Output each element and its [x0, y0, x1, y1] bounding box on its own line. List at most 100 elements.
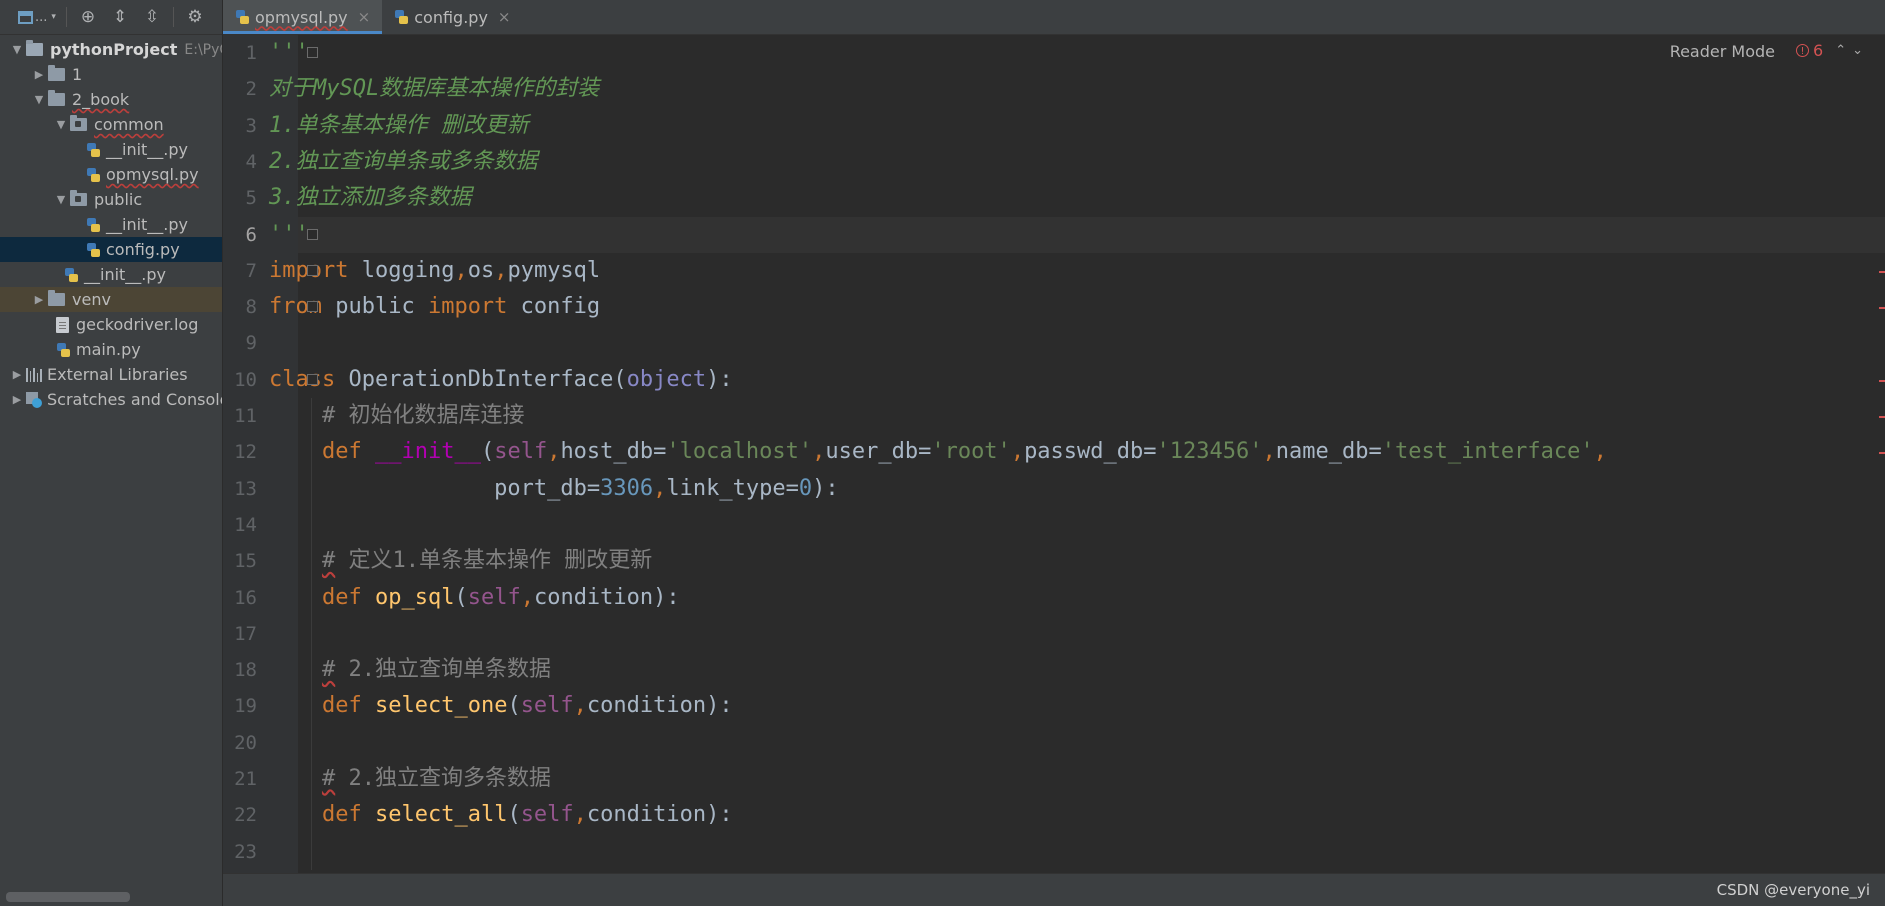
line-number: 18	[234, 659, 257, 682]
code-line[interactable]: # 2.独立查询单条数据	[269, 652, 551, 688]
python-file-icon	[56, 342, 70, 358]
tree-item-label: 2_book	[72, 90, 130, 109]
python-file-icon	[86, 167, 100, 183]
code-line[interactable]: class OperationDbInterface(object):	[269, 362, 733, 398]
line-number: 17	[234, 622, 257, 645]
log-file-icon	[56, 316, 69, 333]
code-line[interactable]: # 初始化数据库连接	[269, 398, 525, 434]
tree-item-label: __init__.py	[106, 215, 189, 234]
expand-all-icon[interactable]: ⇕	[109, 6, 131, 28]
tree-item-label: public	[94, 190, 143, 209]
line-number: 20	[234, 731, 257, 754]
code-line[interactable]: def select_all(self,condition):	[269, 797, 733, 833]
code-line[interactable]: def __init__(self,host_db='localhost',us…	[269, 434, 1607, 470]
project-toolbar: ... ▾ ⊕ ⇕ ⇳ ⚙	[0, 0, 222, 35]
python-file-icon	[64, 267, 78, 283]
close-icon[interactable]: ×	[358, 8, 371, 26]
line-number: 3	[245, 114, 257, 137]
tree-item-common[interactable]: ▼ common	[0, 112, 222, 137]
tree-item-2-book[interactable]: ▼ 2_book	[0, 87, 222, 112]
python-file-icon	[394, 9, 409, 25]
chevron-down-icon[interactable]: ▼	[52, 193, 70, 206]
chevron-right-icon[interactable]: ▶	[30, 293, 48, 306]
current-line-highlight	[298, 216, 1885, 253]
error-icon: !	[1796, 44, 1809, 57]
tree-item-public[interactable]: ▼ public	[0, 187, 222, 212]
chevron-down-icon[interactable]: ▼	[52, 118, 70, 131]
tree-item-label: config.py	[106, 240, 180, 259]
gear-icon[interactable]: ⚙	[184, 6, 206, 28]
line-number: 14	[234, 513, 257, 536]
close-icon[interactable]: ×	[498, 8, 511, 26]
code-line[interactable]: def op_sql(self,condition):	[269, 580, 680, 616]
code-line[interactable]: def select_one(self,condition):	[269, 688, 733, 724]
reader-mode-button[interactable]: Reader Mode	[1670, 42, 1775, 61]
tree-item-1[interactable]: ▶ 1	[0, 62, 222, 87]
error-stripe-mark[interactable]	[1879, 379, 1885, 382]
watermark: CSDN @everyone_yi	[1716, 881, 1870, 899]
code-line[interactable]: from public import config	[269, 289, 600, 325]
chevron-up-icon[interactable]: ⌃	[1835, 43, 1846, 58]
tree-item-label: Scratches and Consoles	[47, 390, 223, 409]
tree-item-common-init[interactable]: __init__.py	[0, 137, 222, 162]
code-line[interactable]: port_db=3306,link_type=0):	[269, 471, 838, 507]
project-view-selector[interactable]: ... ▾	[18, 10, 56, 25]
tree-item-opmysql[interactable]: opmysql.py	[0, 162, 222, 187]
tab-opmysql[interactable]: opmysql.py ×	[223, 0, 383, 34]
line-number: 7	[245, 259, 257, 282]
error-stripe-mark[interactable]	[1879, 452, 1885, 455]
horizontal-scrollbar[interactable]	[6, 892, 130, 902]
tree-item-book-init[interactable]: __init__.py	[0, 262, 222, 287]
tree-item-label: __init__.py	[106, 140, 189, 159]
code-line[interactable]: 对于MySQL数据库基本操作的封装	[269, 71, 599, 107]
code-line[interactable]: 3.独立添加多条数据	[269, 180, 472, 216]
code-line[interactable]: '''	[269, 35, 309, 71]
package-folder-icon	[70, 115, 87, 131]
error-stripe-mark[interactable]	[1879, 307, 1885, 310]
chevron-down-icon[interactable]: ▼	[30, 93, 48, 106]
fold-marker-icon[interactable]	[307, 373, 318, 385]
chevron-down-icon[interactable]: ⌄	[1852, 43, 1863, 58]
chevron-right-icon[interactable]: ▶	[8, 393, 26, 406]
code-line[interactable]: # 定义1.单条基本操作 删改更新	[269, 543, 652, 579]
line-number: 12	[234, 441, 257, 464]
chevron-right-icon[interactable]: ▶	[30, 68, 48, 81]
code-line[interactable]: import logging,os,pymysql	[269, 253, 600, 289]
locate-icon[interactable]: ⊕	[77, 6, 99, 28]
tree-item-label: __init__.py	[84, 265, 167, 284]
tree-item-pythonproject[interactable]: ▼ pythonProject E:\PyCh	[0, 37, 222, 62]
error-stripe-mark[interactable]	[1879, 416, 1885, 418]
chevron-down-icon: ▾	[51, 12, 56, 22]
tree-item-geckodriver-log[interactable]: geckodriver.log	[0, 312, 222, 337]
toolbar-divider	[65, 7, 67, 27]
tab-config[interactable]: config.py ×	[382, 0, 522, 34]
tree-item-main[interactable]: main.py	[0, 337, 222, 362]
chevron-right-icon[interactable]: ▶	[8, 368, 26, 381]
tree-item-label: main.py	[76, 340, 141, 359]
code-line[interactable]: 1.单条基本操作 删改更新	[269, 108, 529, 144]
collapse-all-icon[interactable]: ⇳	[141, 6, 163, 28]
tree-item-venv[interactable]: ▶ venv	[0, 287, 222, 312]
code-editor[interactable]: ''' 对于MySQL数据库基本操作的封装 1.单条基本操作 删改更新 2.独立查询单…	[223, 35, 1885, 874]
tree-item-public-init[interactable]: __init__.py	[0, 212, 222, 237]
code-line[interactable]: # 2.独立查询多条数据	[269, 761, 551, 797]
fold-marker-icon[interactable]	[307, 301, 318, 313]
python-file-icon	[86, 217, 100, 233]
fold-marker-icon[interactable]	[307, 47, 318, 58]
fold-marker-icon[interactable]	[307, 228, 318, 240]
code-line[interactable]: 2.独立查询单条或多条数据	[269, 144, 538, 180]
tree-item-scratches[interactable]: ▶ Scratches and Consoles	[0, 387, 222, 412]
line-number: 6	[245, 223, 257, 246]
tree-item-external-libraries[interactable]: ▶ External Libraries	[0, 362, 222, 387]
error-stripe-mark[interactable]	[1879, 270, 1885, 273]
folder-icon	[26, 40, 43, 56]
problems-indicator[interactable]: ! 6 ⌃ ⌄	[1796, 41, 1863, 60]
chevron-down-icon[interactable]: ▼	[8, 43, 26, 56]
tree-item-config[interactable]: config.py	[0, 237, 222, 262]
fold-marker-icon[interactable]	[307, 264, 318, 276]
tree-item-label: 1	[72, 65, 83, 84]
folder-icon	[48, 90, 65, 106]
code-line[interactable]: '''	[269, 217, 309, 253]
tree-item-label: External Libraries	[47, 365, 188, 384]
project-view-label: ...	[35, 9, 48, 25]
